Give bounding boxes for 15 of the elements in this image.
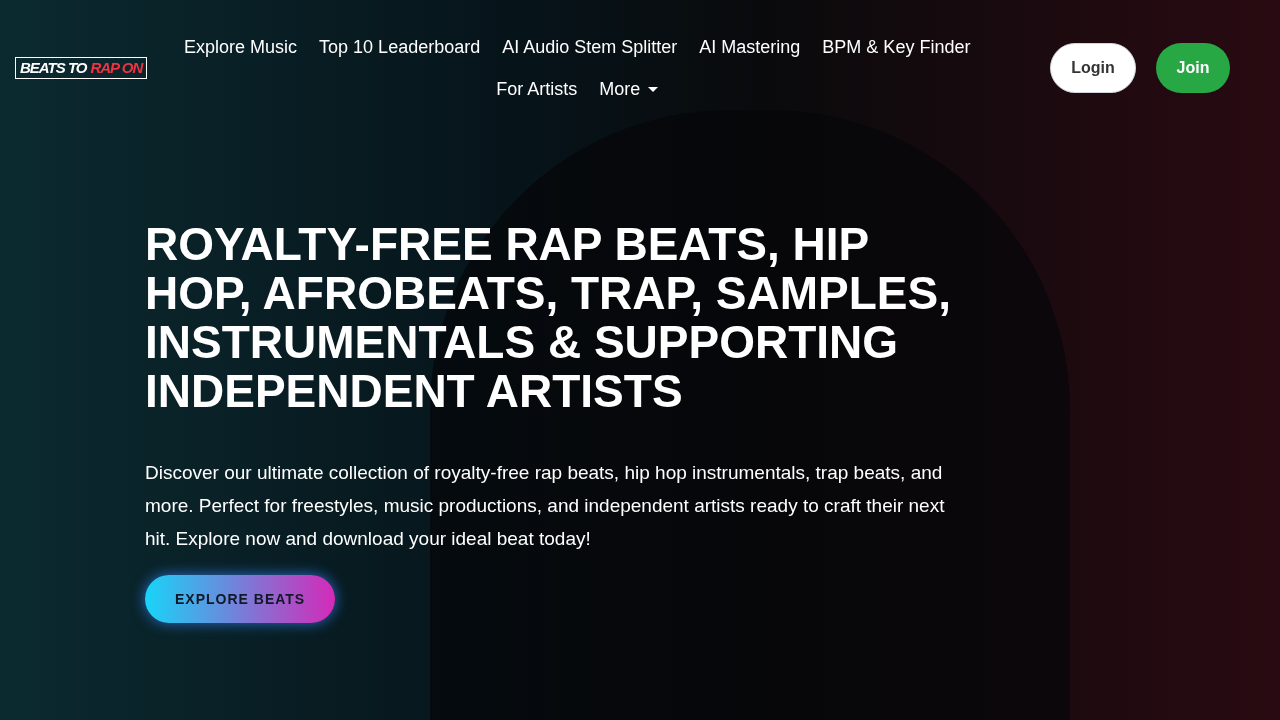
nav-link[interactable]: For Artists [485,68,589,110]
nav-link[interactable]: AI Mastering [688,26,812,68]
explore-beats-button[interactable]: EXPLORE BEATS [145,575,336,623]
nav-link[interactable]: Top 10 Leaderboard [308,26,492,68]
hero-heading: ROYALTY-FREE RAP BEATS, HIP HOP, AFROBEATS, TRAP, SAMPLES, INSTRUMENTALS & SUPPORTING INDEPENDENT ARTISTS [145,220,952,416]
nav-link[interactable]: BPM & Key Finder [811,26,982,68]
login-button[interactable]: Login [1050,43,1136,93]
nav-link[interactable]: Explore Music [173,26,309,68]
hero-description: Discover our ultimate collection of royalty-free rap beats, hip hop instrumentals, trap beats, and more. Perfect for freestyles, music productions, and independent artists ready to craft their next hit. Explore now and download your ideal beat today! [145,461,946,551]
nav-link[interactable]: AI Audio Stem Splitter [491,26,689,68]
more-dropdown[interactable]: More [588,68,670,110]
logo[interactable]: BEATS TO RAP ON [15,57,148,79]
caret-icon [648,86,659,92]
logo-text: RAP ON [90,59,143,77]
logo-text: BEATS TO [20,59,87,77]
